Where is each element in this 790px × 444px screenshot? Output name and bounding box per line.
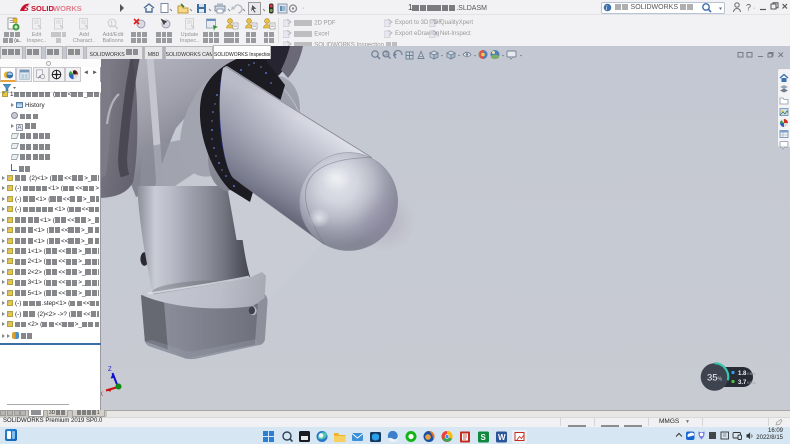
svg-text:3.7: 3.7 bbox=[738, 380, 747, 386]
svg-text:?: ? bbox=[746, 3, 751, 13]
svg-text:KB/s: KB/s bbox=[747, 380, 755, 385]
svg-text:WORKS: WORKS bbox=[53, 4, 82, 13]
svg-text:KB/s: KB/s bbox=[747, 371, 755, 376]
svg-text:S: S bbox=[481, 433, 487, 442]
svg-text:SOLID: SOLID bbox=[31, 4, 55, 13]
svg-text:Z: Z bbox=[108, 367, 112, 373]
svg-text:W: W bbox=[498, 433, 506, 442]
svg-text:·: · bbox=[753, 5, 755, 12]
svg-text:1.8: 1.8 bbox=[738, 371, 747, 377]
svg-text:S: S bbox=[23, 3, 29, 13]
svg-text:35: 35 bbox=[707, 373, 718, 384]
svg-text:i: i bbox=[606, 4, 608, 12]
svg-text:%: % bbox=[718, 377, 723, 383]
